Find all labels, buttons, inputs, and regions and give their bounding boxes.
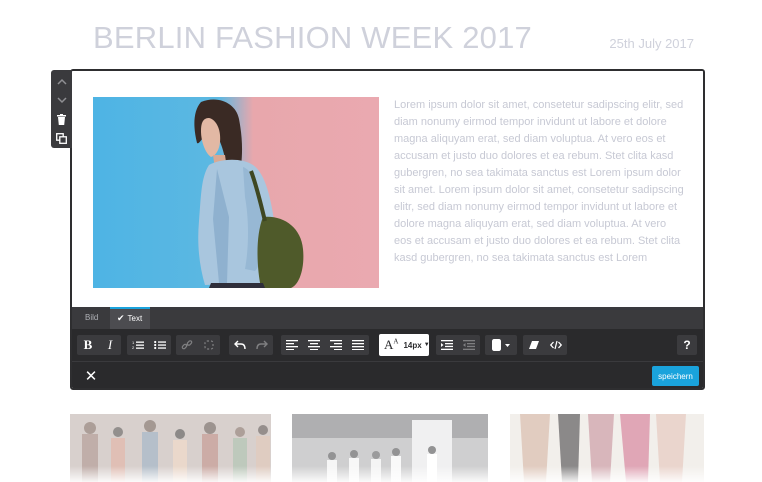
history-group: [229, 335, 273, 355]
bullet-list-icon[interactable]: [149, 335, 171, 355]
align-group: [281, 335, 369, 355]
chevron-up-icon[interactable]: [51, 72, 72, 91]
align-center-icon[interactable]: [303, 335, 325, 355]
eraser-icon[interactable]: [523, 335, 545, 355]
duplicate-icon[interactable]: [51, 129, 72, 148]
font-size-select[interactable]: AA 14px ▼: [379, 334, 430, 356]
content-text[interactable]: Lorem ipsum dolor sit amet, consetetur s…: [394, 97, 684, 267]
check-icon: ✔: [117, 313, 125, 323]
help-button[interactable]: ?: [677, 335, 697, 355]
align-right-icon[interactable]: [325, 335, 347, 355]
woman-photo-illustration: [194, 99, 304, 288]
page-date: 25th July 2017: [609, 36, 694, 51]
outdent-icon[interactable]: [458, 335, 480, 355]
indent-group: [436, 335, 480, 355]
format-toolbar: B I 12 AA 14px ▼ ?: [72, 329, 703, 361]
close-icon[interactable]: ✕: [82, 367, 100, 385]
link-group: [176, 335, 220, 355]
content-image[interactable]: [93, 97, 379, 288]
chevron-down-icon[interactable]: [51, 91, 72, 110]
svg-text:2: 2: [132, 345, 135, 350]
code-icon[interactable]: [545, 335, 567, 355]
ordered-list-icon[interactable]: 12: [127, 335, 149, 355]
tab-label: Text: [127, 314, 143, 323]
tab-label: Bild: [85, 313, 99, 322]
tab-bild[interactable]: Bild: [78, 307, 105, 329]
trash-icon[interactable]: [51, 110, 72, 129]
color-group: [485, 335, 517, 355]
list-group: 12: [127, 335, 171, 355]
align-left-icon[interactable]: [281, 335, 303, 355]
misc-group: [523, 335, 567, 355]
italic-button[interactable]: I: [99, 335, 121, 355]
tab-text[interactable]: ✔ Text: [110, 307, 150, 329]
unlink-icon[interactable]: [198, 335, 220, 355]
bottom-fade: [0, 466, 762, 482]
page-title: BERLIN FASHION WEEK 2017: [93, 20, 532, 55]
link-icon[interactable]: [176, 335, 198, 355]
text-style-group: B I: [77, 335, 121, 355]
font-size-icon: AA: [384, 337, 399, 352]
font-size-value: 14px: [403, 340, 422, 350]
indent-icon[interactable]: [436, 335, 458, 355]
save-button[interactable]: speichern: [652, 366, 699, 386]
text-color-button[interactable]: [485, 335, 517, 355]
editor-tabs: Bild ✔ Text: [72, 307, 703, 329]
undo-icon[interactable]: [229, 335, 251, 355]
bold-button[interactable]: B: [77, 335, 99, 355]
chevron-down-icon: ▼: [423, 342, 430, 348]
editor-frame: Lorem ipsum dolor sit amet, consetetur s…: [70, 69, 705, 390]
action-bar: ✕ speichern: [72, 361, 703, 388]
redo-icon[interactable]: [251, 335, 273, 355]
block-side-toolbar: [51, 70, 72, 148]
content-block[interactable]: Lorem ipsum dolor sit amet, consetetur s…: [72, 71, 703, 307]
align-justify-icon[interactable]: [347, 335, 369, 355]
